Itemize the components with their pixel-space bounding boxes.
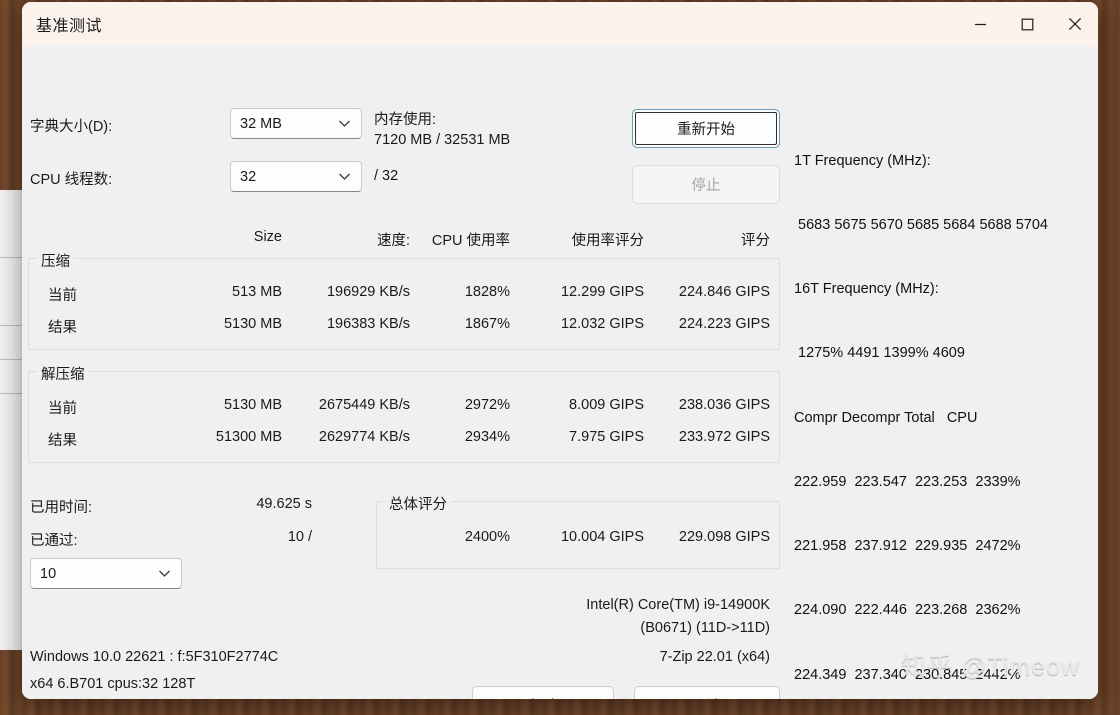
total-usage-rating: 10.004 GIPS xyxy=(560,529,644,545)
arch-info: x64 6.B701 cpus:32 128T xyxy=(30,676,196,692)
cancel-button[interactable]: 取消 xyxy=(634,686,780,699)
table-cell-cpu: 2934% xyxy=(464,429,510,445)
cpu-threads-label: CPU 线程数: xyxy=(30,172,113,188)
column-header-usage-rating: 使用率评分 xyxy=(571,233,645,249)
passes-count-value: 10 xyxy=(40,565,57,582)
window-title: 基准测试 xyxy=(36,18,103,35)
os-version: Windows 10.0 22621 : f:5F310F2774C xyxy=(30,649,279,665)
minimize-icon[interactable] xyxy=(957,2,1004,46)
stop-button-label: 停止 xyxy=(691,178,721,194)
help-button-label: 帮助 xyxy=(529,695,558,699)
cpu-name: Intel(R) Core(TM) i9-14900K xyxy=(586,597,770,613)
table-row-label: 结果 xyxy=(48,320,77,336)
passes-count-combo[interactable]: 10 xyxy=(30,558,182,589)
chevron-down-icon xyxy=(158,566,171,582)
memory-usage-label: 内存使用: xyxy=(374,112,437,128)
compress-group-title: 压缩 xyxy=(37,250,74,271)
table-cell-rating: 233.972 GIPS xyxy=(678,429,770,445)
chevron-down-icon xyxy=(338,116,351,132)
total-cpu-usage: 2400% xyxy=(464,529,510,545)
cpu-threads-combo[interactable]: 32 xyxy=(230,161,362,192)
benchmark-dialog: 基准测试 字典大小(D): 32 MB 内存使用: 7120 MB / 3253… xyxy=(22,2,1098,699)
window-controls xyxy=(957,2,1098,46)
cpu-threads-value: 32 xyxy=(240,168,257,185)
decompress-group: 解压缩 xyxy=(28,363,780,463)
table-cell-rating: 224.846 GIPS xyxy=(678,284,770,300)
log-line-1t-label: 1T Frequency (MHz): xyxy=(794,152,931,169)
passes-value: 10 / xyxy=(287,529,312,545)
table-cell-cpu: 1867% xyxy=(464,316,510,332)
decompress-group-title: 解压缩 xyxy=(37,363,89,384)
elapsed-time-label: 已用时间: xyxy=(30,500,93,516)
log-line-16t-label: 16T Frequency (MHz): xyxy=(794,281,939,298)
table-row-label: 当前 xyxy=(48,401,77,417)
table-cell-size: 513 MB xyxy=(232,284,282,300)
table-cell-size: 5130 MB xyxy=(223,397,282,413)
table-cell-usage-rating: 12.032 GIPS xyxy=(560,316,644,332)
title-bar: 基准测试 xyxy=(22,2,1098,46)
table-cell-usage-rating: 8.009 GIPS xyxy=(569,397,644,413)
table-cell-speed: 196383 KB/s xyxy=(326,316,410,332)
table-cell-size: 5130 MB xyxy=(223,316,282,332)
elapsed-time-value: 49.625 s xyxy=(256,496,312,512)
restart-button[interactable]: 重新开始 xyxy=(632,109,780,148)
close-icon[interactable] xyxy=(1051,2,1098,46)
cpu-detail: (B0671) (11D->11D) xyxy=(640,620,770,636)
log-row: 224.090 222.446 223.268 2362% xyxy=(794,602,1021,619)
column-header-rating: 评分 xyxy=(741,233,770,249)
chevron-down-icon xyxy=(338,169,351,185)
log-line-1t-values: 5683 5675 5670 5685 5684 5688 5704 xyxy=(794,217,1048,234)
dialog-client-area: 字典大小(D): 32 MB 内存使用: 7120 MB / 32531 MB … xyxy=(22,46,1098,699)
table-row-label: 当前 xyxy=(48,288,77,304)
benchmark-log-panel: 1T Frequency (MHz): 5683 5675 5670 5685 … xyxy=(794,108,1090,699)
table-cell-speed: 2629774 KB/s xyxy=(318,429,410,445)
memory-usage-value: 7120 MB / 32531 MB xyxy=(374,132,511,148)
table-cell-usage-rating: 12.299 GIPS xyxy=(560,284,644,300)
dictionary-size-label: 字典大小(D): xyxy=(30,119,113,135)
dictionary-size-combo[interactable]: 32 MB xyxy=(230,108,362,139)
table-cell-rating: 238.036 GIPS xyxy=(678,397,770,413)
table-row-label: 结果 xyxy=(48,433,77,449)
cpu-threads-total: / 32 xyxy=(374,168,399,184)
log-row: 224.349 237.340 230.845 2442% xyxy=(794,666,1021,683)
table-cell-speed: 2675449 KB/s xyxy=(318,397,410,413)
compress-group: 压缩 xyxy=(28,250,780,350)
app-version: 7-Zip 22.01 (x64) xyxy=(659,649,770,665)
log-row: 222.959 223.547 223.253 2339% xyxy=(794,473,1021,490)
log-columns-header: Compr Decompr Total CPU xyxy=(794,409,978,426)
help-button[interactable]: 帮助 xyxy=(472,686,614,699)
table-cell-cpu: 2972% xyxy=(464,397,510,413)
table-cell-rating: 224.223 GIPS xyxy=(678,316,770,332)
restart-button-label: 重新开始 xyxy=(677,122,735,138)
passes-label: 已通过: xyxy=(30,533,78,549)
column-header-speed: 速度: xyxy=(376,233,410,249)
table-cell-speed: 196929 KB/s xyxy=(326,284,410,300)
table-cell-size: 51300 MB xyxy=(215,429,282,445)
total-rating: 229.098 GIPS xyxy=(678,529,770,545)
maximize-icon[interactable] xyxy=(1004,2,1051,46)
cancel-button-label: 取消 xyxy=(693,695,722,699)
column-header-size: Size xyxy=(253,229,282,245)
dictionary-size-value: 32 MB xyxy=(240,115,282,132)
log-row: 221.958 237.912 229.935 2472% xyxy=(794,538,1021,555)
stop-button[interactable]: 停止 xyxy=(632,165,780,204)
column-header-cpu-usage: CPU 使用率 xyxy=(431,233,510,249)
table-cell-cpu: 1828% xyxy=(464,284,510,300)
table-cell-usage-rating: 7.975 GIPS xyxy=(569,429,644,445)
log-line-16t-values: 1275% 4491 1399% 4609 xyxy=(794,345,965,362)
total-rating-group-title: 总体评分 xyxy=(385,493,451,514)
